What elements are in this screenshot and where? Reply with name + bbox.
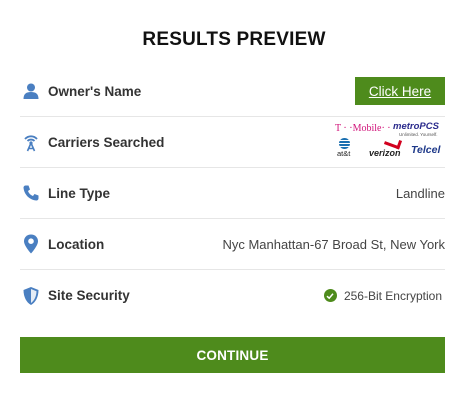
- click-here-button[interactable]: Click Here: [355, 77, 445, 105]
- line-type-label: Line Type: [48, 185, 111, 201]
- continue-button[interactable]: CONTINUE: [20, 337, 445, 373]
- page-title: RESULTS PREVIEW: [142, 29, 326, 50]
- line-type-value: Landline: [395, 185, 445, 201]
- metropcs-logo: metroPCS: [393, 121, 439, 132]
- signal-tower-icon: [20, 131, 42, 153]
- results-list: Owner's Name Click Here Carriers Searche…: [20, 66, 445, 321]
- row-line-type: Line Type Landline: [20, 168, 445, 219]
- carrier-logos: T · ·Mobile· · metroPCS Unlimited. Yours…: [333, 120, 445, 164]
- carriers-searched-label: Carriers Searched: [48, 134, 165, 150]
- att-globe-icon: [339, 138, 350, 149]
- map-pin-icon: [20, 233, 42, 255]
- location-value: Nyc Manhattan-67 Broad St, New York: [222, 236, 445, 252]
- user-icon: [20, 80, 42, 102]
- owner-name-label: Owner's Name: [48, 83, 142, 99]
- row-carriers-searched: Carriers Searched T · ·Mobile· · metroPC…: [20, 117, 445, 168]
- telcel-logo: Telcel: [411, 144, 441, 156]
- phone-icon: [20, 182, 42, 204]
- encryption-value: 256-Bit Encryption: [343, 288, 442, 303]
- tmobile-logo: T · ·Mobile· ·: [335, 123, 391, 134]
- metropcs-tagline: Unlimited. Yourself.: [399, 132, 438, 137]
- location-label: Location: [48, 236, 105, 252]
- row-location: Location Nyc Manhattan-67 Broad St, New …: [20, 219, 445, 270]
- site-security-label: Site Security: [48, 288, 130, 303]
- encryption-status: 256-Bit Encryption: [323, 288, 442, 303]
- shield-icon: [20, 285, 42, 307]
- verizon-logo: verizon: [369, 148, 401, 158]
- row-owner-name: Owner's Name Click Here: [20, 66, 445, 117]
- check-circle-icon: [323, 289, 337, 302]
- row-site-security: Site Security 256-Bit Encryption: [20, 270, 445, 321]
- att-logo: at&t: [337, 149, 351, 158]
